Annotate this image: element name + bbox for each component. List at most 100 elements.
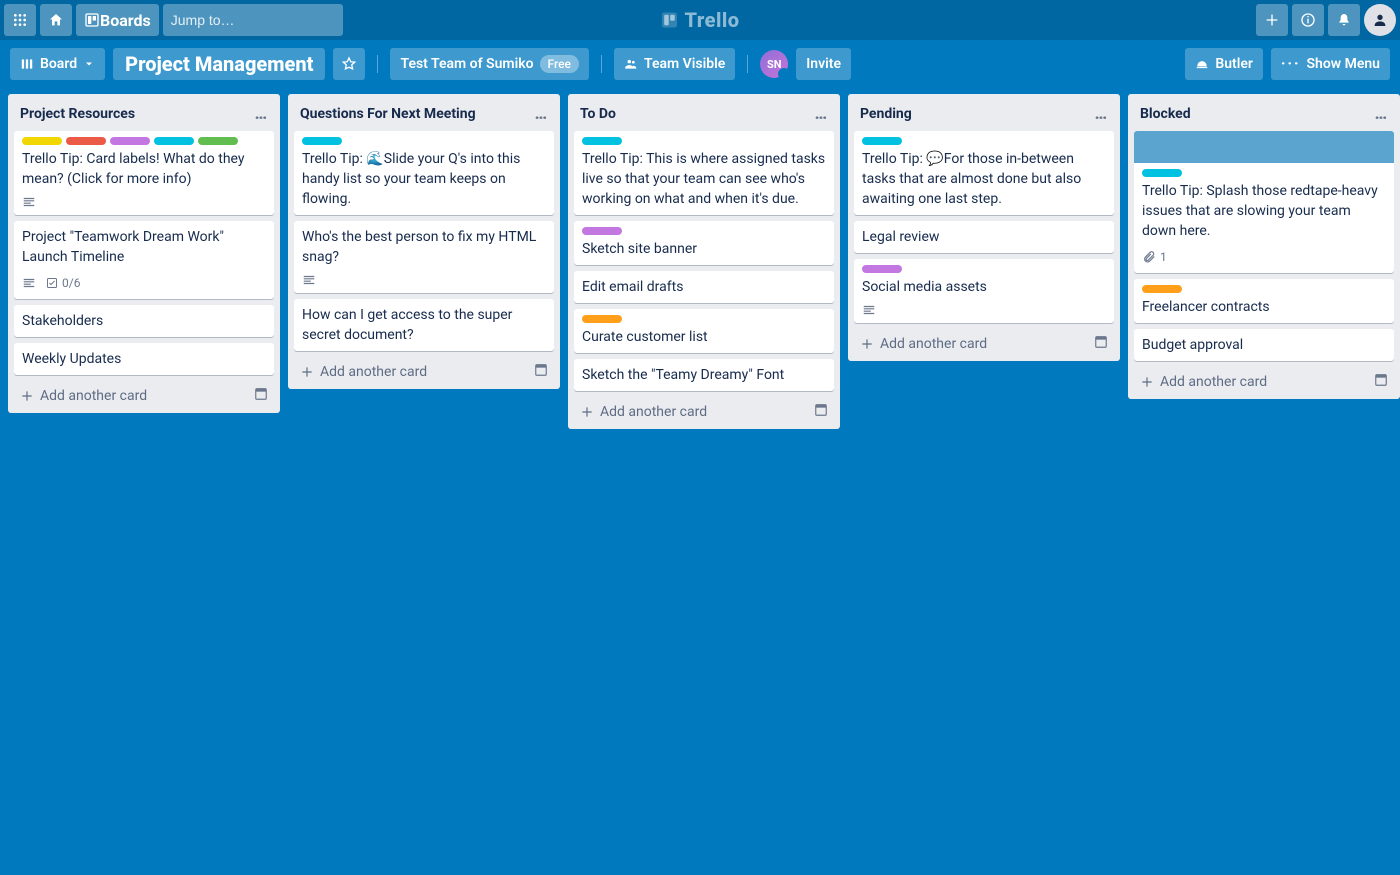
list-menu-button[interactable]: … [535,104,548,123]
checklist-count: 0/6 [62,273,80,293]
card-text: Trello Tip: 🌊Slide your Q's into this ha… [302,149,546,209]
boards-label: Boards [100,11,151,30]
card-text: Sketch site banner [582,239,826,259]
card[interactable]: Who's the best person to fix my HTML sna… [294,221,554,293]
card[interactable]: Project "Teamwork Dream Work" Launch Tim… [14,221,274,299]
label-sky[interactable] [862,137,902,145]
plus-icon [300,365,314,379]
ellipsis-icon: ··· [1281,56,1301,72]
label-purple[interactable] [582,227,622,235]
list-menu-button[interactable]: … [1095,104,1108,123]
add-card-button[interactable]: Add another card [580,404,707,420]
card[interactable]: Sketch the "Teamy Dreamy" Font [574,359,834,391]
team-label: Test Team of Sumiko [400,56,533,72]
card[interactable]: Stakeholders [14,305,274,337]
list-title[interactable]: Project Resources [20,106,135,122]
butler-icon [1195,57,1209,71]
member-avatar[interactable]: SN [760,50,788,78]
show-menu-button[interactable]: ··· Show Menu [1271,48,1390,80]
attachment-count: 1 [1160,247,1167,267]
label-sky[interactable] [582,137,622,145]
card-text: Project "Teamwork Dream Work" Launch Tim… [22,227,266,267]
card-labels [22,137,266,145]
invite-button[interactable]: Invite [796,48,851,80]
description-icon [862,303,876,317]
card[interactable]: Trello Tip: Card labels! What do they me… [14,131,274,215]
label-orange[interactable] [582,315,622,323]
board-name[interactable]: Project Management [113,48,325,80]
visibility-button[interactable]: Team Visible [614,48,735,80]
add-card-button[interactable]: Add another card [860,336,987,352]
card[interactable]: Trello Tip: 💬For those in-between tasks … [854,131,1114,215]
card-text: Weekly Updates [22,349,266,369]
card-badges: 0/6 [22,273,266,293]
butler-button[interactable]: Butler [1185,48,1263,80]
card[interactable]: Legal review [854,221,1114,253]
list-title[interactable]: Questions For Next Meeting [300,106,476,122]
card[interactable]: Sketch site banner [574,221,834,265]
add-card-button[interactable]: Add another card [300,364,427,380]
view-switcher[interactable]: Board [10,48,105,80]
card[interactable]: Trello Tip: Splash those redtape-heavy i… [1134,131,1394,273]
home-button[interactable] [40,4,72,36]
create-button[interactable] [1256,4,1288,36]
list-menu-button[interactable]: … [815,104,828,123]
card-template-button[interactable] [1374,373,1388,391]
member-initials: SN [767,58,782,71]
info-button[interactable] [1292,4,1324,36]
label-purple[interactable] [862,265,902,273]
list-title[interactable]: Blocked [1140,106,1191,122]
list-title[interactable]: To Do [580,106,616,122]
card[interactable]: Social media assets [854,259,1114,323]
template-icon [254,387,268,401]
card-template-button[interactable] [814,403,828,421]
label-purple[interactable] [110,137,150,145]
star-icon [341,56,357,72]
card[interactable]: Curate customer list [574,309,834,353]
card-text: Social media assets [862,277,1106,297]
card[interactable]: Edit email drafts [574,271,834,303]
label-sky[interactable] [1142,169,1182,177]
account-avatar[interactable] [1364,4,1396,36]
list-menu-button[interactable]: … [1375,104,1388,123]
add-card-button[interactable]: Add another card [1140,374,1267,390]
card[interactable]: Freelancer contracts [1134,279,1394,323]
label-red[interactable] [66,137,106,145]
card-template-button[interactable] [534,363,548,381]
card-labels [1142,169,1386,177]
label-orange[interactable] [1142,285,1182,293]
label-green[interactable] [198,137,238,145]
list-menu-button[interactable]: … [255,104,268,123]
search-input[interactable] [171,12,352,28]
apps-button[interactable] [4,4,36,36]
trello-icon [660,11,678,29]
info-icon [1300,12,1316,28]
card-text: Trello Tip: Splash those redtape-heavy i… [1142,181,1386,241]
label-yellow[interactable] [22,137,62,145]
team-button[interactable]: Test Team of Sumiko Free [390,48,589,80]
board-canvas[interactable]: Project Resources … Trello Tip: Card labe… [0,88,1400,875]
template-icon [534,363,548,377]
card-cover [1134,131,1394,163]
add-card-button[interactable]: Add another card [20,388,147,404]
notifications-button[interactable] [1328,4,1360,36]
chevron-down-icon [83,58,95,70]
card-text: Curate customer list [582,327,826,347]
label-sky[interactable] [302,137,342,145]
card-template-button[interactable] [254,387,268,405]
card[interactable]: Weekly Updates [14,343,274,375]
search-box[interactable] [163,4,343,36]
card[interactable]: Budget approval [1134,329,1394,361]
card[interactable]: Trello Tip: This is where assigned tasks… [574,131,834,215]
boards-button[interactable]: Boards [76,4,159,36]
card[interactable]: Trello Tip: 🌊Slide your Q's into this ha… [294,131,554,215]
label-sky[interactable] [154,137,194,145]
template-icon [814,403,828,417]
card-template-button[interactable] [1094,335,1108,353]
list-title[interactable]: Pending [860,106,912,122]
butler-label: Butler [1215,56,1253,72]
card-labels [582,137,826,145]
plus-icon [1264,12,1280,28]
star-button[interactable] [333,48,365,80]
card[interactable]: How can I get access to the super secret… [294,299,554,351]
